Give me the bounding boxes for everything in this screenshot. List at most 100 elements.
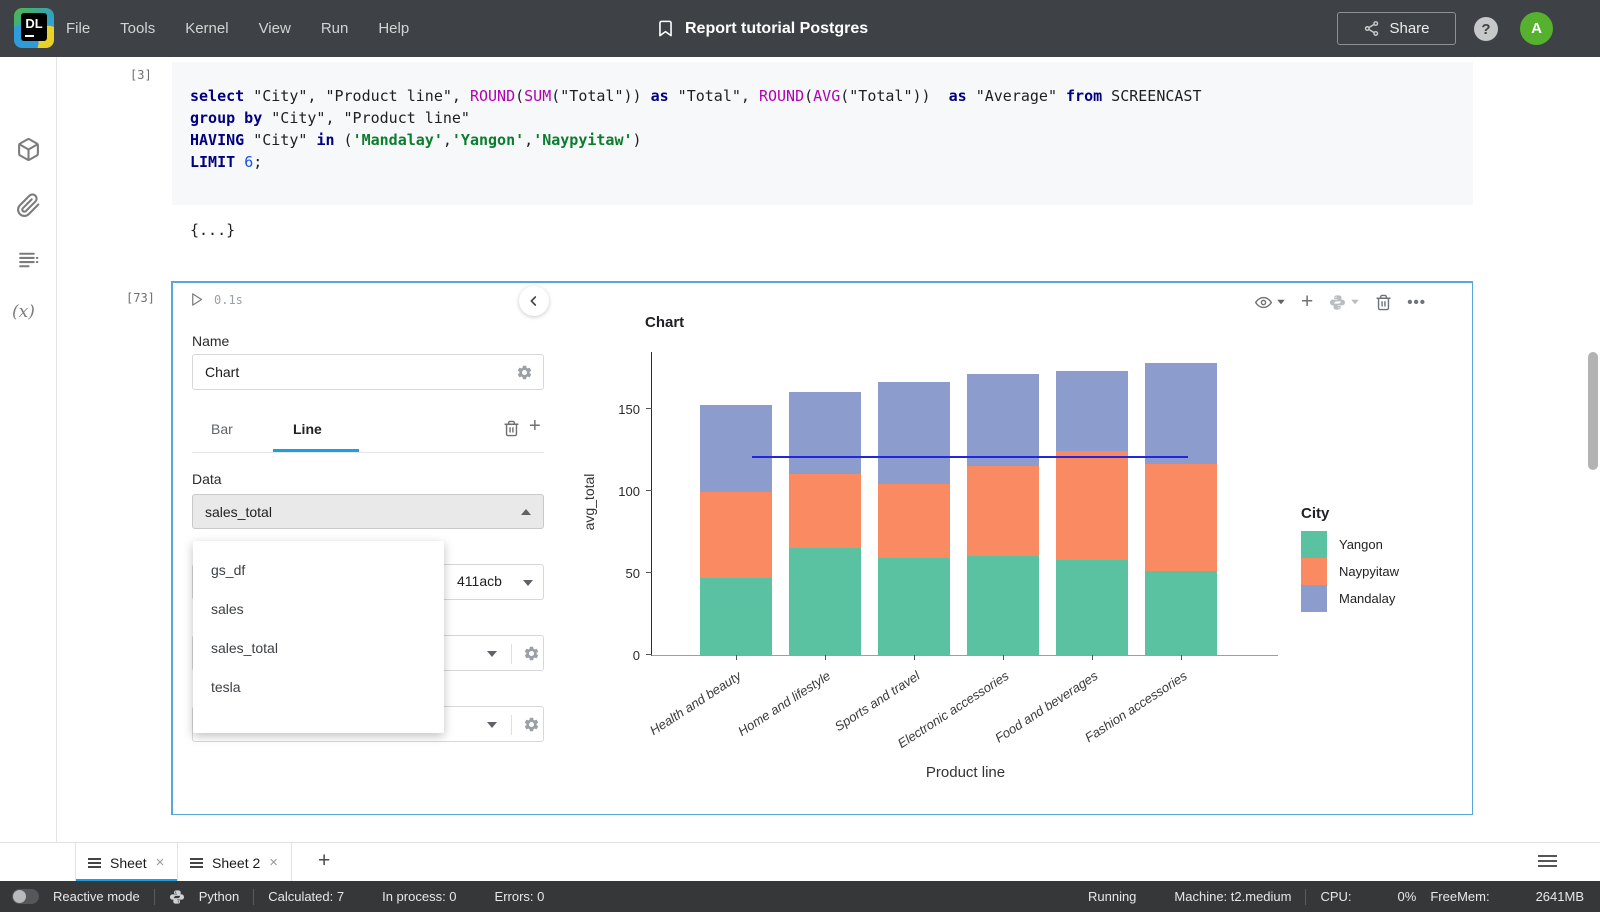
x-axis-title: Product line xyxy=(925,764,1006,781)
run-cell-icon[interactable] xyxy=(189,292,204,307)
y-tick-label: 50 xyxy=(625,565,640,581)
data-field-label: Data xyxy=(192,471,222,487)
variables-icon[interactable]: (x) xyxy=(12,302,35,322)
sheet-tab-label[interactable]: Sheet xyxy=(110,855,147,871)
x-axis-field-value: 411acb xyxy=(457,573,502,589)
bar-segment-Naypyitaw xyxy=(1145,464,1217,572)
freemem-value: 2641MB xyxy=(1535,889,1584,904)
legend-swatch xyxy=(1301,585,1327,612)
errors-count: Errors: 0 xyxy=(494,889,545,904)
main-menus: File Tools Kernel View Run Help xyxy=(66,0,409,57)
name-field-label: Name xyxy=(192,333,230,349)
values-settings-gear-icon[interactable] xyxy=(523,645,540,662)
data-source-value: sales_total xyxy=(205,503,272,520)
chart-title: Chart xyxy=(645,314,685,331)
close-icon[interactable]: × xyxy=(269,854,278,871)
bar-segment-Naypyitaw xyxy=(967,466,1039,557)
machine-label: Machine: t2.medium xyxy=(1174,889,1292,904)
legend-label: Mandalay xyxy=(1339,591,1396,606)
menu-tools[interactable]: Tools xyxy=(120,20,155,37)
sheet-tab-label[interactable]: Sheet 2 xyxy=(212,855,260,871)
bar-segment-Mandalay xyxy=(967,374,1039,467)
outline-icon[interactable] xyxy=(16,248,41,273)
sheet-overview-icon[interactable] xyxy=(1538,855,1557,867)
code-line[interactable]: LIMIT 6; xyxy=(190,151,1473,173)
add-series-plus-icon[interactable]: + xyxy=(529,416,541,436)
y-tick-mark xyxy=(646,571,652,573)
bar-segment-Naypyitaw xyxy=(1056,451,1128,560)
tab-bar[interactable]: Bar xyxy=(211,421,233,437)
help-button[interactable]: ? xyxy=(1474,17,1498,41)
status-right: Running Machine: t2.medium CPU: 0% FreeM… xyxy=(1087,888,1584,905)
bookmark-icon xyxy=(656,19,675,38)
bar-segment-Mandalay xyxy=(878,382,950,485)
bar-segment-Yangon xyxy=(878,558,950,655)
code-line[interactable]: group by "City", "Product line" xyxy=(190,107,1473,129)
code-cell-output[interactable]: {...} xyxy=(190,221,235,239)
data-source-dropdown-menu: gs_df sales sales_total tesla xyxy=(193,541,444,733)
bar-segment-Mandalay xyxy=(1145,362,1217,465)
sheet-tab-bar: Sheet × Sheet 2 × + xyxy=(0,842,1600,882)
y-tick-label: 0 xyxy=(632,648,640,663)
running-status: Running xyxy=(1087,889,1137,904)
y-tick-mark xyxy=(646,654,652,655)
share-label: Share xyxy=(1389,20,1430,37)
bar-segment-Yangon xyxy=(700,577,772,655)
visibility-menu-button[interactable] xyxy=(1255,294,1286,311)
freemem-label: FreeMem: xyxy=(1430,889,1490,904)
caret-down-icon xyxy=(487,651,497,657)
datalore-logo[interactable]: DL xyxy=(14,8,54,48)
delete-series-trash-icon[interactable] xyxy=(503,420,520,437)
name-settings-gear-icon[interactable] xyxy=(516,364,533,381)
x-tick-mark xyxy=(914,655,915,660)
dropdown-item-tesla[interactable]: tesla xyxy=(193,668,444,707)
dropdown-item-sales[interactable]: sales xyxy=(193,590,444,629)
code-line[interactable]: HAVING "City" in ('Mandalay','Yangon','N… xyxy=(190,129,1473,151)
close-icon[interactable]: × xyxy=(156,854,165,871)
attachments-icon[interactable] xyxy=(16,193,41,218)
sheet-list-icon[interactable] xyxy=(88,857,101,868)
sheet-tab-2[interactable]: Sheet 2 × xyxy=(178,843,292,882)
eye-icon xyxy=(1255,294,1272,311)
caret-down-icon xyxy=(487,722,497,728)
collapse-panel-button[interactable] xyxy=(519,286,549,316)
dropdown-item-sales_total[interactable]: sales_total xyxy=(193,629,444,668)
left-toolbar: (x) xyxy=(0,57,57,842)
vertical-scrollbar[interactable] xyxy=(1588,352,1598,470)
menu-kernel[interactable]: Kernel xyxy=(185,20,228,37)
code-cell-exec-label: [3] xyxy=(130,68,152,82)
notebook-title: Report tutorial Postgres xyxy=(685,19,869,37)
add-sheet-button[interactable]: + xyxy=(318,849,330,873)
chart-name-input[interactable]: Chart xyxy=(192,354,544,390)
delete-cell-trash-icon[interactable] xyxy=(1375,294,1392,311)
caret-down-icon xyxy=(1351,299,1359,305)
tab-line[interactable]: Line xyxy=(293,421,322,437)
bar-segment-Yangon xyxy=(967,556,1039,655)
menu-run[interactable]: Run xyxy=(321,20,349,37)
sheet-tab-1[interactable]: Sheet × xyxy=(75,843,178,882)
y-tick-label: 150 xyxy=(618,401,640,417)
share-button[interactable]: Share xyxy=(1337,12,1456,45)
export-to-python-button[interactable] xyxy=(1329,294,1360,311)
reactive-mode-toggle[interactable] xyxy=(12,889,39,904)
menu-file[interactable]: File xyxy=(66,20,90,37)
user-avatar[interactable]: A xyxy=(1520,12,1553,45)
environment-icon[interactable] xyxy=(16,137,41,162)
code-line[interactable]: select "City", "Product line", ROUND(SUM… xyxy=(190,85,1473,107)
kernel-label[interactable]: Python xyxy=(199,889,239,904)
data-source-select[interactable]: sales_total xyxy=(192,494,544,529)
reactive-mode-label: Reactive mode xyxy=(53,889,140,904)
sql-code-cell[interactable]: select "City", "Product line", ROUND(SUM… xyxy=(172,62,1473,205)
y-axis-settings-gear-icon[interactable] xyxy=(523,716,540,733)
dropdown-item-gs_df[interactable]: gs_df xyxy=(193,551,444,590)
sql-code: select "City", "Product line", ROUND(SUM… xyxy=(190,85,1473,173)
bar-segment-Naypyitaw xyxy=(700,492,772,578)
cpu-label: CPU: xyxy=(1320,889,1352,904)
cell-run-time: 0.1s xyxy=(214,293,243,307)
more-options-icon[interactable]: ••• xyxy=(1407,294,1426,311)
sheet-list-icon[interactable] xyxy=(190,857,203,868)
status-left: Reactive mode Python Calculated: 7 In pr… xyxy=(12,888,545,905)
menu-help[interactable]: Help xyxy=(378,20,409,37)
add-cell-plus-icon[interactable]: + xyxy=(1301,290,1314,314)
menu-view[interactable]: View xyxy=(259,20,291,37)
